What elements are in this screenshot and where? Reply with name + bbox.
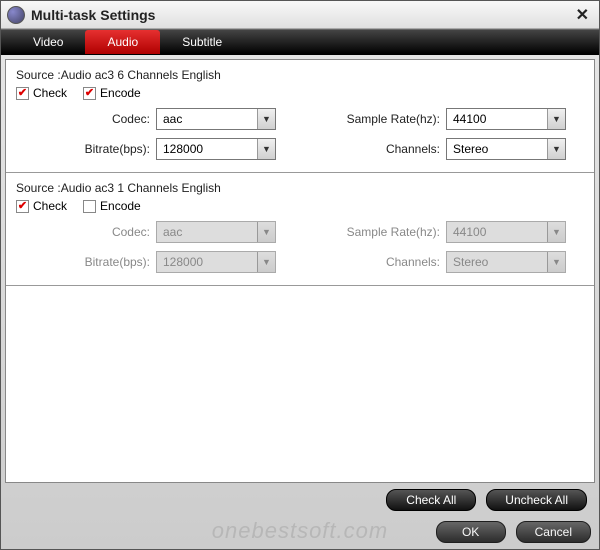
codec-value: aac bbox=[157, 112, 257, 126]
check-label: Check bbox=[33, 199, 67, 213]
chevron-down-icon: ▼ bbox=[257, 252, 275, 272]
sample-rate-value: 44100 bbox=[447, 225, 547, 239]
audio-track: Source :Audio ac3 1 Channels English ✔ C… bbox=[6, 173, 594, 286]
window: Multi-task Settings ✕ Video Audio Subtit… bbox=[0, 0, 600, 550]
codec-label: Codec: bbox=[16, 112, 156, 126]
check-all-button[interactable]: Check All bbox=[386, 489, 476, 511]
sample-rate-label: Sample Rate(hz): bbox=[276, 112, 446, 126]
checkbox-icon: ✔ bbox=[16, 200, 29, 213]
codec-value: aac bbox=[157, 225, 257, 239]
checkbox-icon bbox=[83, 200, 96, 213]
dialog-button-row: OK Cancel bbox=[1, 517, 599, 549]
chevron-down-icon: ▼ bbox=[547, 109, 565, 129]
chevron-down-icon: ▼ bbox=[257, 222, 275, 242]
sample-rate-label: Sample Rate(hz): bbox=[276, 225, 446, 239]
encode-label: Encode bbox=[100, 199, 141, 213]
bitrate-value: 128000 bbox=[157, 255, 257, 269]
close-icon[interactable]: ✕ bbox=[572, 5, 593, 25]
audio-track: Source :Audio ac3 6 Channels English ✔ C… bbox=[6, 60, 594, 173]
check-button-row: Check All Uncheck All bbox=[5, 483, 595, 513]
checkbox-icon: ✔ bbox=[16, 87, 29, 100]
channels-select: Stereo ▼ bbox=[446, 251, 566, 273]
cancel-button[interactable]: Cancel bbox=[516, 521, 591, 543]
chevron-down-icon: ▼ bbox=[547, 252, 565, 272]
checkbox-icon: ✔ bbox=[83, 87, 96, 100]
channels-value: Stereo bbox=[447, 255, 547, 269]
channels-select[interactable]: Stereo ▼ bbox=[446, 138, 566, 160]
codec-select[interactable]: aac ▼ bbox=[156, 108, 276, 130]
chevron-down-icon: ▼ bbox=[547, 222, 565, 242]
bitrate-select[interactable]: 128000 ▼ bbox=[156, 138, 276, 160]
window-title: Multi-task Settings bbox=[31, 7, 155, 23]
encode-checkbox[interactable]: ✔ Encode bbox=[83, 86, 141, 100]
sample-rate-select[interactable]: 44100 ▼ bbox=[446, 108, 566, 130]
chevron-down-icon: ▼ bbox=[257, 109, 275, 129]
tab-audio[interactable]: Audio bbox=[85, 30, 160, 54]
channels-label: Channels: bbox=[276, 142, 446, 156]
channels-label: Channels: bbox=[276, 255, 446, 269]
codec-select: aac ▼ bbox=[156, 221, 276, 243]
bitrate-select: 128000 ▼ bbox=[156, 251, 276, 273]
bitrate-value: 128000 bbox=[157, 142, 257, 156]
track-settings-grid: Codec: aac ▼ Sample Rate(hz): 44100 ▼ Bi… bbox=[16, 221, 584, 273]
chevron-down-icon: ▼ bbox=[547, 139, 565, 159]
track-checks: ✔ Check Encode bbox=[16, 199, 584, 213]
app-icon bbox=[7, 6, 25, 24]
channels-value: Stereo bbox=[447, 142, 547, 156]
titlebar: Multi-task Settings ✕ bbox=[1, 1, 599, 29]
bitrate-label: Bitrate(bps): bbox=[16, 255, 156, 269]
uncheck-all-button[interactable]: Uncheck All bbox=[486, 489, 587, 511]
bitrate-label: Bitrate(bps): bbox=[16, 142, 156, 156]
sample-rate-select: 44100 ▼ bbox=[446, 221, 566, 243]
check-label: Check bbox=[33, 86, 67, 100]
content-outer: Source :Audio ac3 6 Channels English ✔ C… bbox=[1, 55, 599, 517]
track-source: Source :Audio ac3 6 Channels English bbox=[16, 68, 584, 82]
encode-checkbox[interactable]: Encode bbox=[83, 199, 141, 213]
track-settings-grid: Codec: aac ▼ Sample Rate(hz): 44100 ▼ Bi… bbox=[16, 108, 584, 160]
sample-rate-value: 44100 bbox=[447, 112, 547, 126]
content: Source :Audio ac3 6 Channels English ✔ C… bbox=[5, 59, 595, 483]
tabbar: Video Audio Subtitle bbox=[1, 29, 599, 55]
track-checks: ✔ Check ✔ Encode bbox=[16, 86, 584, 100]
encode-label: Encode bbox=[100, 86, 141, 100]
tab-subtitle[interactable]: Subtitle bbox=[160, 30, 244, 54]
chevron-down-icon: ▼ bbox=[257, 139, 275, 159]
check-checkbox[interactable]: ✔ Check bbox=[16, 86, 67, 100]
track-source: Source :Audio ac3 1 Channels English bbox=[16, 181, 584, 195]
check-checkbox[interactable]: ✔ Check bbox=[16, 199, 67, 213]
codec-label: Codec: bbox=[16, 225, 156, 239]
ok-button[interactable]: OK bbox=[436, 521, 506, 543]
tab-video[interactable]: Video bbox=[11, 30, 85, 54]
